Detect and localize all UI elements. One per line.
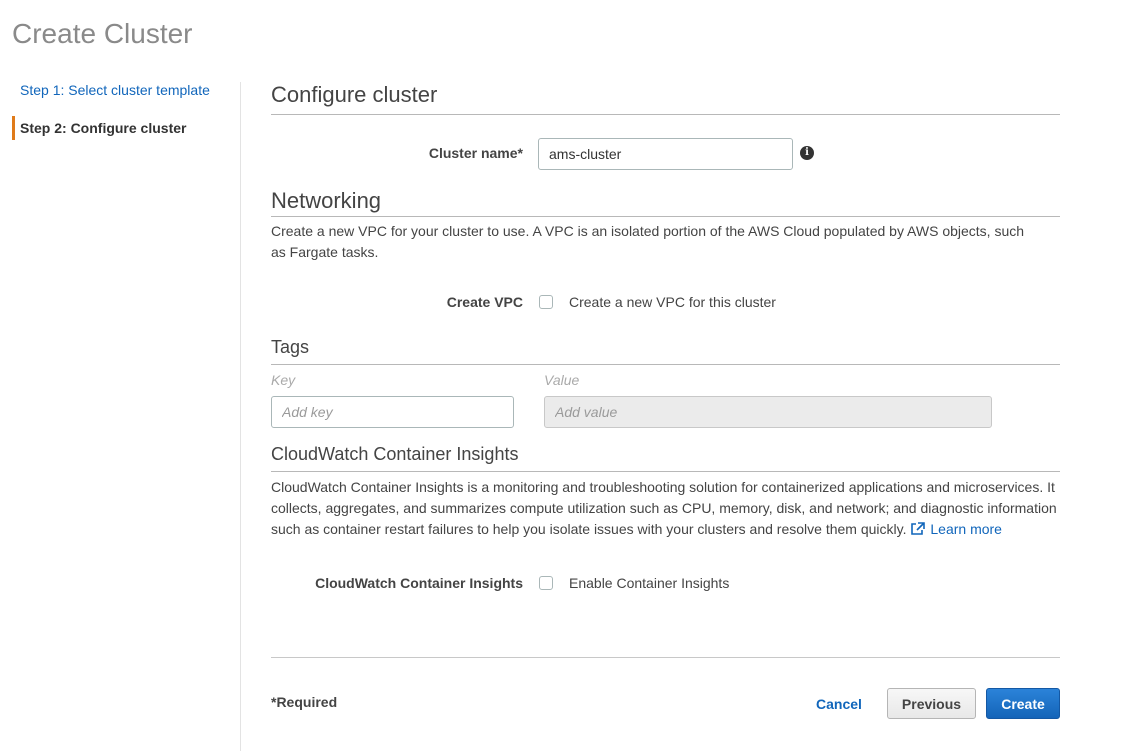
page-title: Create Cluster bbox=[12, 18, 193, 49]
tags-heading: Tags bbox=[271, 337, 1060, 365]
cloudwatch-insights-heading: CloudWatch Container Insights bbox=[271, 444, 1060, 472]
previous-button[interactable]: Previous bbox=[887, 688, 976, 719]
footer-divider bbox=[271, 657, 1060, 658]
tags-value-column-label: Value bbox=[544, 372, 580, 388]
learn-more-label[interactable]: Learn more bbox=[930, 521, 1002, 537]
cluster-name-input[interactable] bbox=[538, 138, 793, 170]
enable-container-insights-label[interactable]: Enable Container Insights bbox=[569, 575, 729, 591]
create-button[interactable]: Create bbox=[986, 688, 1060, 719]
tag-key-input[interactable] bbox=[271, 396, 514, 428]
cancel-button[interactable]: Cancel bbox=[806, 688, 872, 719]
tag-value-input[interactable] bbox=[544, 396, 992, 428]
step-1-select-template-link[interactable]: Step 1: Select cluster template bbox=[12, 78, 232, 102]
sidebar-divider bbox=[240, 82, 241, 751]
enable-container-insights-checkbox[interactable] bbox=[539, 576, 553, 590]
cluster-name-label: Cluster name* bbox=[428, 145, 523, 161]
cloudwatch-insights-description: CloudWatch Container Insights is a monit… bbox=[271, 477, 1060, 540]
create-vpc-checkbox[interactable] bbox=[539, 295, 553, 309]
create-vpc-label: Create VPC bbox=[446, 294, 523, 310]
networking-description: Create a new VPC for your cluster to use… bbox=[271, 223, 1025, 260]
info-icon[interactable]: i bbox=[800, 146, 814, 160]
step-2-configure-cluster: Step 2: Configure cluster bbox=[12, 116, 232, 140]
configure-cluster-heading: Configure cluster bbox=[271, 82, 1060, 115]
required-note: *Required bbox=[271, 694, 338, 710]
learn-more-link[interactable]: Learn more bbox=[910, 521, 1002, 537]
networking-heading: Networking bbox=[271, 188, 1060, 217]
create-vpc-option-label[interactable]: Create a new VPC for this cluster bbox=[569, 294, 776, 310]
wizard-steps-nav: Step 1: Select cluster template Step 2: … bbox=[12, 78, 232, 140]
tags-key-column-label: Key bbox=[271, 372, 296, 388]
external-link-icon bbox=[911, 522, 926, 535]
cloudwatch-insights-label: CloudWatch Container Insights bbox=[315, 575, 523, 591]
